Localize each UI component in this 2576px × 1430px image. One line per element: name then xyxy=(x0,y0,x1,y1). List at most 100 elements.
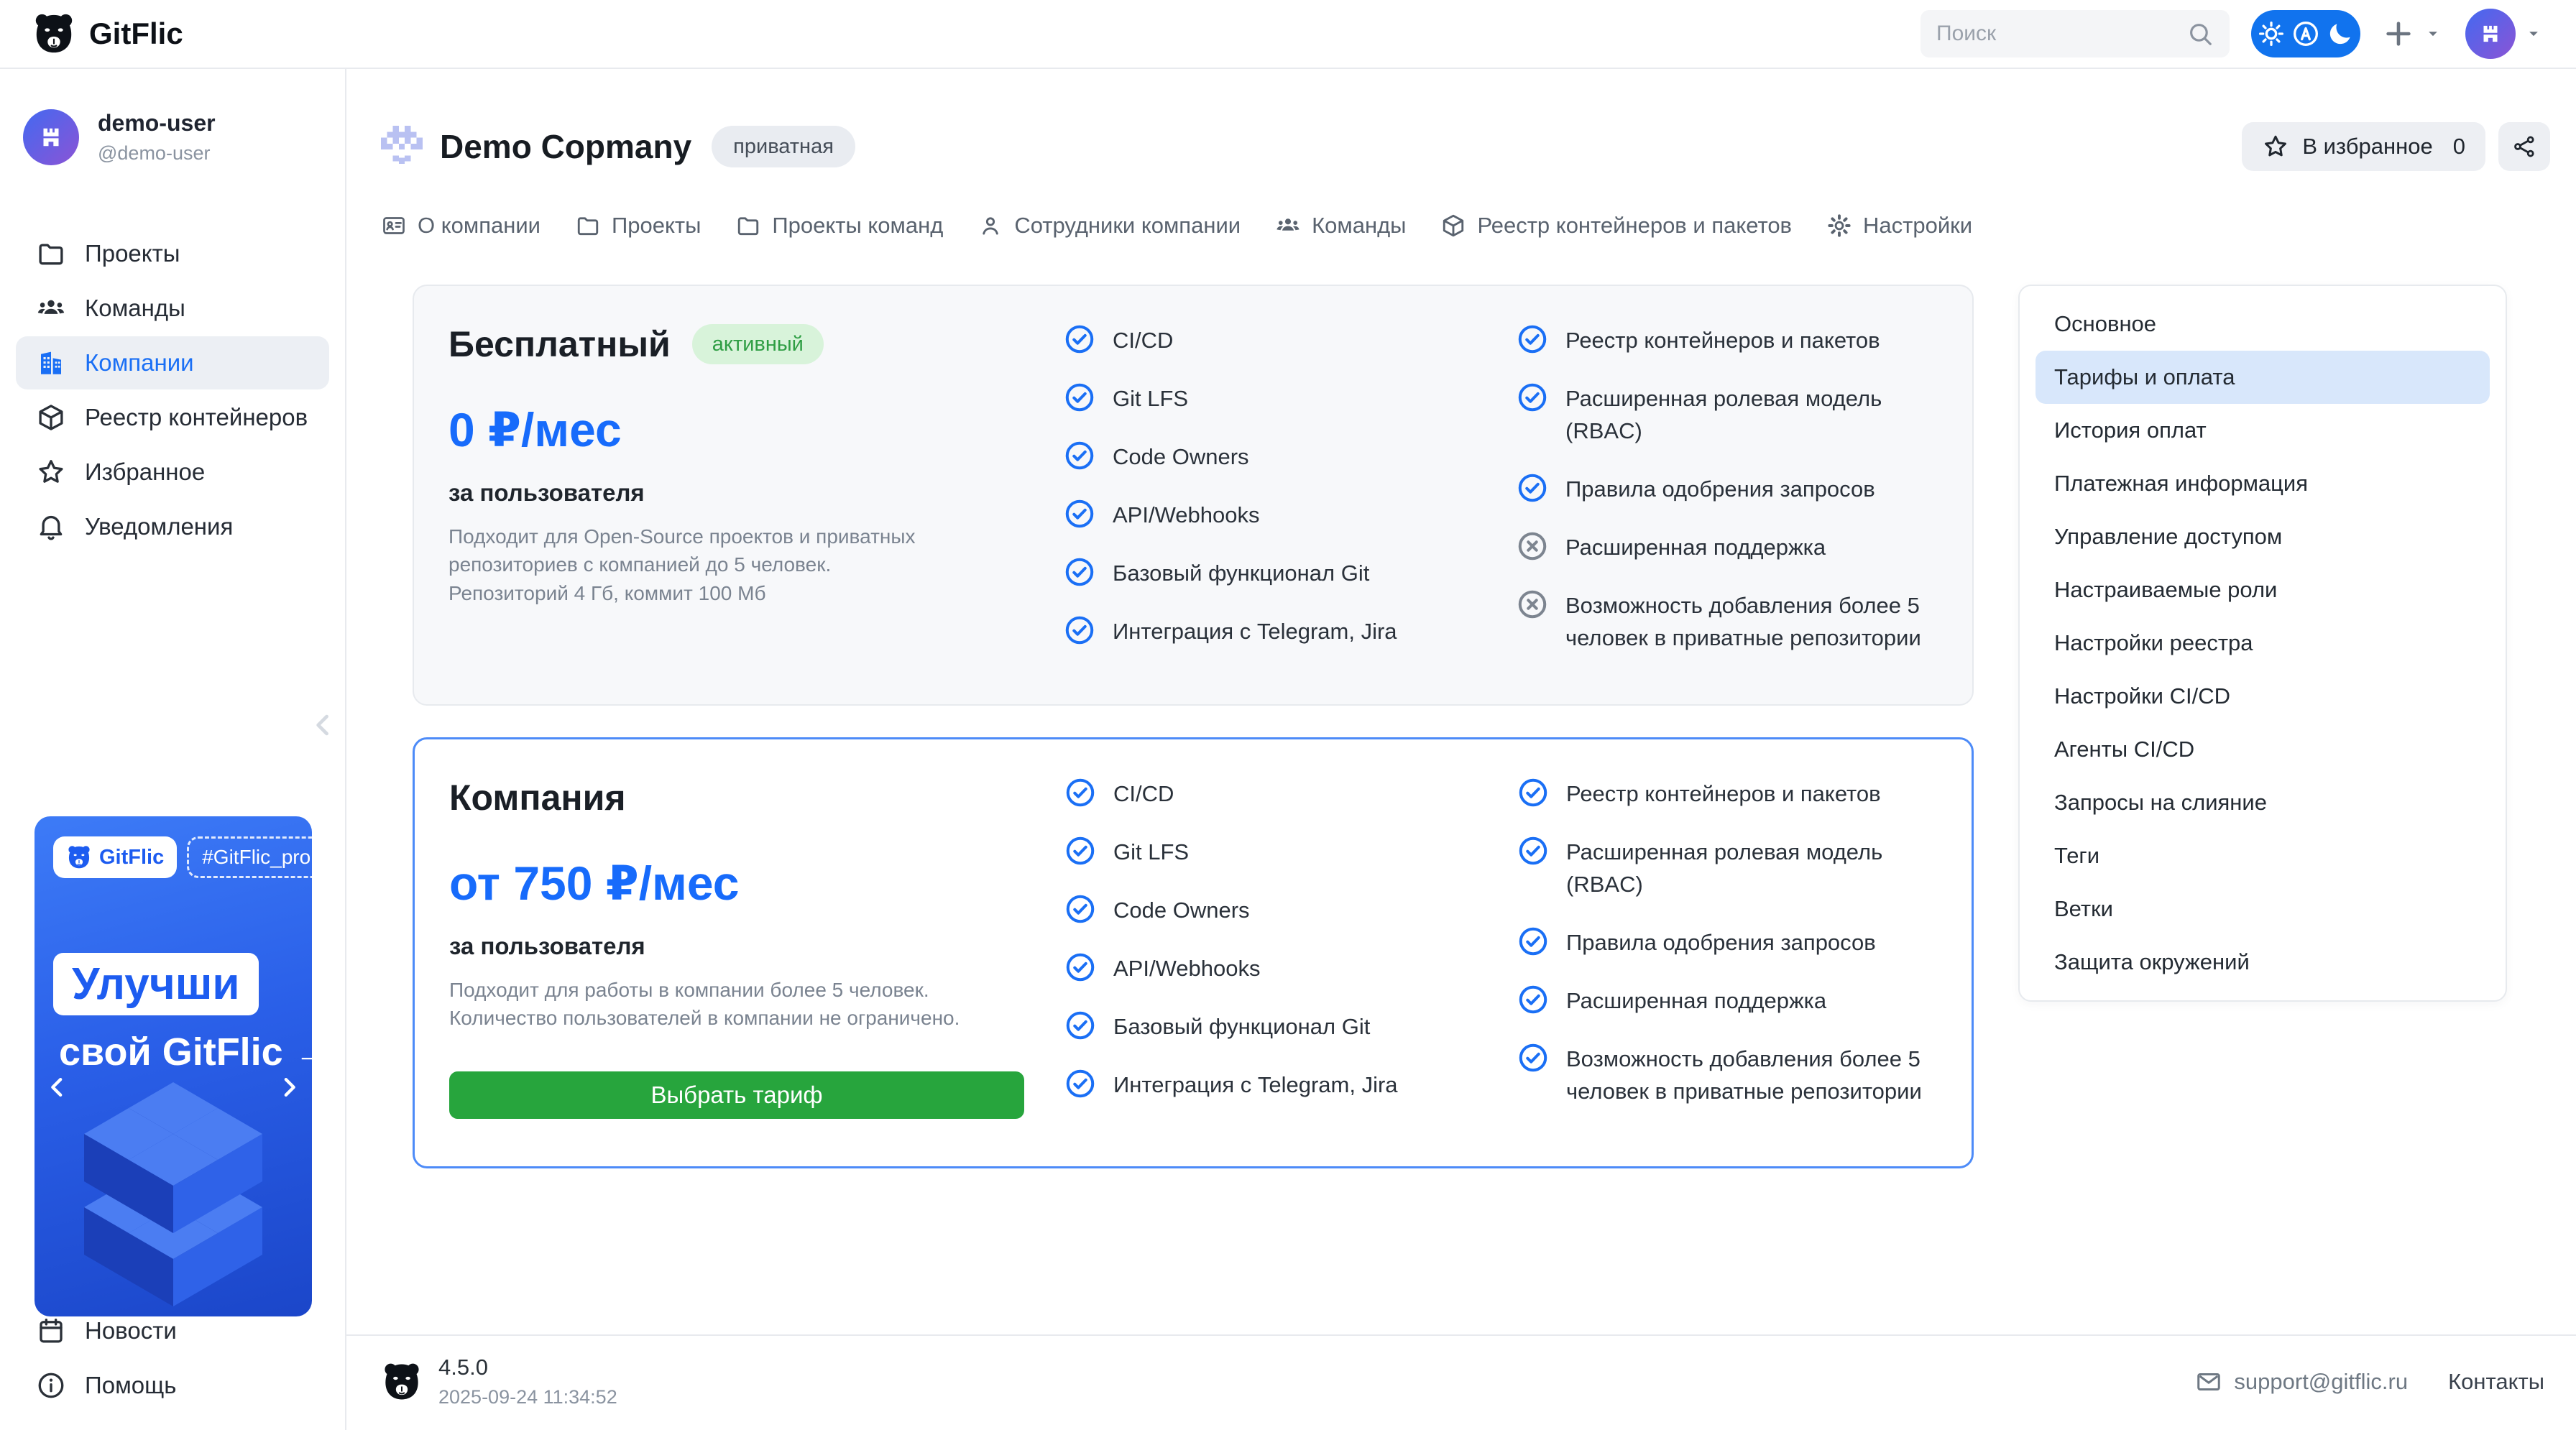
sidebar-item-notifications[interactable]: Уведомления xyxy=(16,500,329,553)
status-badge: активный xyxy=(692,324,824,364)
dark-theme-icon[interactable] xyxy=(2326,19,2355,48)
package-icon xyxy=(1440,213,1466,239)
gear-icon xyxy=(1826,213,1852,239)
plan-card-company: Компания от 750 ₽/мес за пользователя По… xyxy=(413,737,1974,1168)
bear-logo-icon xyxy=(66,844,92,870)
chevron-down-icon[interactable] xyxy=(2422,23,2444,45)
team-icon xyxy=(1275,213,1301,239)
footer: 4.5.0 2025-09-24 11:34:52 support@gitfli… xyxy=(346,1334,2576,1430)
mail-icon xyxy=(2195,1368,2222,1396)
tab-team-projects[interactable]: Проекты команд xyxy=(735,213,943,239)
settings-item-cicd[interactable]: Настройки CI/CD xyxy=(2036,670,2490,723)
banner-illustration xyxy=(34,1079,312,1316)
check-circle-icon xyxy=(1064,323,1095,355)
feature-item: CI/CD xyxy=(1064,325,1517,357)
left-sidebar: demo-user @demo-user Проекты Команды Ком… xyxy=(0,69,346,1430)
top-bar: GitFlic xyxy=(0,0,2576,69)
tab-settings[interactable]: Настройки xyxy=(1826,213,1972,239)
settings-item-access[interactable]: Управление доступом xyxy=(2036,510,2490,563)
person-icon xyxy=(978,213,1003,239)
tab-teams[interactable]: Команды xyxy=(1275,213,1406,239)
sidebar-collapse-button[interactable] xyxy=(308,706,339,746)
feature-item: Правила одобрения запросов xyxy=(1517,927,1937,959)
theme-switcher[interactable] xyxy=(2251,10,2360,57)
settings-item-env-protection[interactable]: Защита окружений xyxy=(2036,936,2490,989)
create-menu[interactable] xyxy=(2382,17,2444,50)
x-circle-icon xyxy=(1517,589,1548,620)
avatar[interactable] xyxy=(23,109,79,165)
folder-icon xyxy=(735,213,761,239)
plan-description-line: репозиториев с компанией до 5 человек. xyxy=(448,550,1064,578)
check-circle-icon xyxy=(1064,498,1095,530)
add-to-favorites-button[interactable]: В избранное 0 xyxy=(2242,122,2485,171)
user-profile[interactable]: demo-user @demo-user xyxy=(0,109,345,165)
plan-features-col2: Реестр контейнеров и пакетов Расширенная… xyxy=(1517,319,1938,671)
auto-theme-icon[interactable] xyxy=(2291,19,2320,48)
tab-employees[interactable]: Сотрудники компании xyxy=(978,213,1241,239)
tab-label: Проекты команд xyxy=(772,213,943,239)
bear-logo-icon xyxy=(381,1361,423,1403)
settings-item-merge-requests[interactable]: Запросы на слияние xyxy=(2036,776,2490,829)
settings-item-branches[interactable]: Ветки xyxy=(2036,882,2490,936)
share-button[interactable] xyxy=(2498,122,2550,171)
sidebar-item-projects[interactable]: Проекты xyxy=(16,227,329,280)
promo-banner[interactable]: GitFlic #GitFlic_pro Улучши свой GitFlic… xyxy=(34,816,312,1316)
check-circle-icon xyxy=(1064,1010,1096,1041)
team-icon xyxy=(36,293,66,323)
sidebar-item-label: Компании xyxy=(85,349,194,377)
feature-item: Возможность добавления более 5 человек в… xyxy=(1517,590,1938,655)
settings-item-general[interactable]: Основное xyxy=(2036,297,2490,351)
user-menu[interactable] xyxy=(2465,9,2544,59)
sidebar-item-registry[interactable]: Реестр контейнеров xyxy=(16,391,329,444)
plus-button[interactable] xyxy=(2382,17,2415,50)
tab-about[interactable]: О компании xyxy=(381,213,540,239)
plan-card-free: Бесплатный активный 0 ₽/мес за пользоват… xyxy=(413,285,1974,706)
check-circle-icon xyxy=(1064,893,1096,925)
settings-item-registry[interactable]: Настройки реестра xyxy=(2036,617,2490,670)
feature-item: Интеграция с Telegram, Jira xyxy=(1064,1069,1517,1102)
settings-item-cicd-agents[interactable]: Агенты CI/CD xyxy=(2036,723,2490,776)
sidebar-item-companies[interactable]: Компании xyxy=(16,336,329,389)
tariff-plans: Бесплатный активный 0 ₽/мес за пользоват… xyxy=(413,285,1974,1168)
tab-registry[interactable]: Реестр контейнеров и пакетов xyxy=(1440,213,1792,239)
folder-icon xyxy=(575,213,601,239)
settings-item-payment-history[interactable]: История оплат xyxy=(2036,404,2490,457)
banner-brand-label: GitFlic xyxy=(99,846,164,869)
plan-description-line: Репозиторий 4 Гб, коммит 100 Мб xyxy=(448,579,1064,607)
banner-next-button[interactable] xyxy=(273,1072,305,1104)
user-name: demo-user xyxy=(98,110,216,137)
feature-item: Интеграция с Telegram, Jira xyxy=(1064,616,1517,648)
chevron-down-icon[interactable] xyxy=(2523,23,2544,45)
main-content: Demo Copmany приватная В избранное 0 О к… xyxy=(346,69,2576,1430)
share-icon xyxy=(2511,134,2537,160)
topbar-actions xyxy=(1920,9,2544,59)
search-icon[interactable] xyxy=(2186,20,2214,47)
app-logo[interactable]: GitFlic xyxy=(32,11,183,56)
sidebar-item-teams[interactable]: Команды xyxy=(16,282,329,335)
plan-summary: Бесплатный активный 0 ₽/мес за пользоват… xyxy=(448,319,1064,671)
sidebar-item-favorites[interactable]: Избранное xyxy=(16,446,329,499)
tab-label: Сотрудники компании xyxy=(1014,213,1241,239)
light-theme-icon[interactable] xyxy=(2257,19,2286,48)
feature-item: Code Owners xyxy=(1064,441,1517,474)
plan-features-col2: Реестр контейнеров и пакетов Расширенная… xyxy=(1517,772,1937,1133)
support-email[interactable]: support@gitflic.ru xyxy=(2195,1368,2408,1396)
choose-plan-button[interactable]: Выбрать тариф xyxy=(449,1071,1024,1119)
contacts-link[interactable]: Контакты xyxy=(2448,1369,2544,1395)
banner-prev-button[interactable] xyxy=(42,1072,73,1104)
settings-item-tariffs[interactable]: Тарифы и оплата xyxy=(2036,351,2490,404)
search-input[interactable] xyxy=(1936,22,2174,46)
settings-item-tags[interactable]: Теги xyxy=(2036,829,2490,882)
settings-item-payment-info[interactable]: Платежная информация xyxy=(2036,457,2490,510)
settings-item-custom-roles[interactable]: Настраиваемые роли xyxy=(2036,563,2490,617)
feature-item: API/Webhooks xyxy=(1064,499,1517,532)
feature-item: Возможность добавления более 5 человек в… xyxy=(1517,1043,1937,1108)
sidebar-item-help[interactable]: Помощь xyxy=(16,1360,329,1411)
chevron-left-icon xyxy=(308,709,339,741)
search-box[interactable] xyxy=(1920,10,2230,57)
tab-projects[interactable]: Проекты xyxy=(575,213,701,239)
plan-per-user: за пользователя xyxy=(449,933,1064,960)
avatar[interactable] xyxy=(2465,9,2516,59)
plan-description-line: Подходит для Open-Source проектов и прив… xyxy=(448,522,1064,550)
version-label: 4.5.0 xyxy=(438,1355,617,1380)
